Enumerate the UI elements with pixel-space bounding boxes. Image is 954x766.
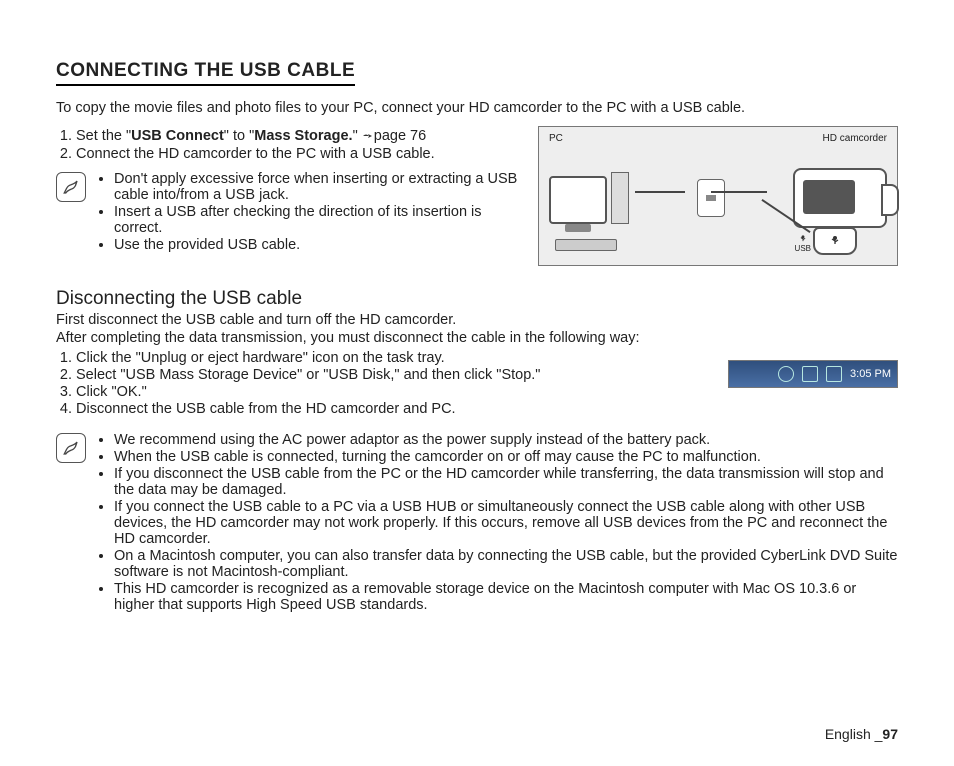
note-item: This HD camcorder is recognized as a rem… [114, 581, 898, 613]
step-text: " to " [224, 128, 254, 144]
footer-language: English [825, 726, 875, 742]
step-bold: Mass Storage. [254, 128, 352, 144]
usb-label: USB [795, 234, 811, 253]
tray-icon [778, 366, 794, 382]
step-item: Click the "Unplug or eject hardware" ico… [76, 350, 708, 366]
step-item: Click "OK." [76, 384, 708, 400]
step-text: Set the " [76, 128, 131, 144]
note-icon [56, 172, 86, 202]
system-tray-screenshot: 3:05 PM [728, 360, 898, 388]
note-item: If you connect the USB cable to a PC via… [114, 499, 898, 547]
note-item: Don't apply excessive force when inserti… [114, 171, 522, 203]
disconnect-para: First disconnect the USB cable and turn … [56, 312, 898, 328]
page-footer: English _97 [825, 726, 898, 742]
manual-page: CONNECTING THE USB CABLE To copy the mov… [0, 0, 954, 614]
note-block: We recommend using the AC power adaptor … [56, 431, 898, 614]
pc-illustration [549, 172, 629, 224]
connection-diagram: PC HD camcorder USB [538, 126, 898, 266]
disconnect-para: After completing the data transmission, … [56, 330, 898, 346]
page-number: 97 [882, 726, 898, 742]
connect-block: Set the "USB Connect" to "Mass Storage."… [56, 126, 898, 266]
keyboard-illustration [555, 239, 617, 251]
section-heading: CONNECTING THE USB CABLE [56, 60, 355, 86]
camcorder-illustration [793, 168, 887, 228]
disconnect-steps: Click the "Unplug or eject hardware" ico… [56, 350, 708, 417]
note-block: Don't apply excessive force when inserti… [56, 170, 522, 254]
step-item: Disconnect the USB cable from the HD cam… [76, 401, 708, 417]
step-text: " [353, 128, 362, 144]
note-item: On a Macintosh computer, you can also tr… [114, 548, 898, 580]
diagram-camcorder-label: HD camcorder [823, 133, 887, 144]
note-icon [56, 433, 86, 463]
usb-hub-illustration [697, 179, 725, 217]
connect-notes: Don't apply excessive force when inserti… [96, 170, 522, 254]
usb-label-text: USB [795, 244, 811, 253]
page-ref-arrow-icon [362, 129, 374, 145]
note-item: When the USB cable is connected, turning… [114, 449, 898, 465]
connect-steps: Set the "USB Connect" to "Mass Storage."… [56, 128, 522, 162]
note-item: We recommend using the AC power adaptor … [114, 432, 898, 448]
diagram-pc-label: PC [549, 133, 563, 144]
tray-clock: 3:05 PM [850, 368, 891, 380]
intro-text: To copy the movie files and photo files … [56, 100, 898, 116]
tray-icon [826, 366, 842, 382]
subsection-heading: Disconnecting the USB cable [56, 288, 898, 310]
step-bold: USB Connect [131, 128, 224, 144]
step-item: Set the "USB Connect" to "Mass Storage."… [76, 128, 522, 145]
step-item: Select "USB Mass Storage Device" or "USB… [76, 367, 708, 383]
tray-icon [802, 366, 818, 382]
page-ref: page 76 [374, 128, 426, 144]
step-item: Connect the HD camcorder to the PC with … [76, 146, 522, 162]
usb-port-illustration [813, 227, 857, 255]
note-item: Insert a USB after checking the directio… [114, 204, 522, 236]
note-item: Use the provided USB cable. [114, 237, 522, 253]
disconnect-notes: We recommend using the AC power adaptor … [96, 431, 898, 614]
note-item: If you disconnect the USB cable from the… [114, 466, 898, 498]
